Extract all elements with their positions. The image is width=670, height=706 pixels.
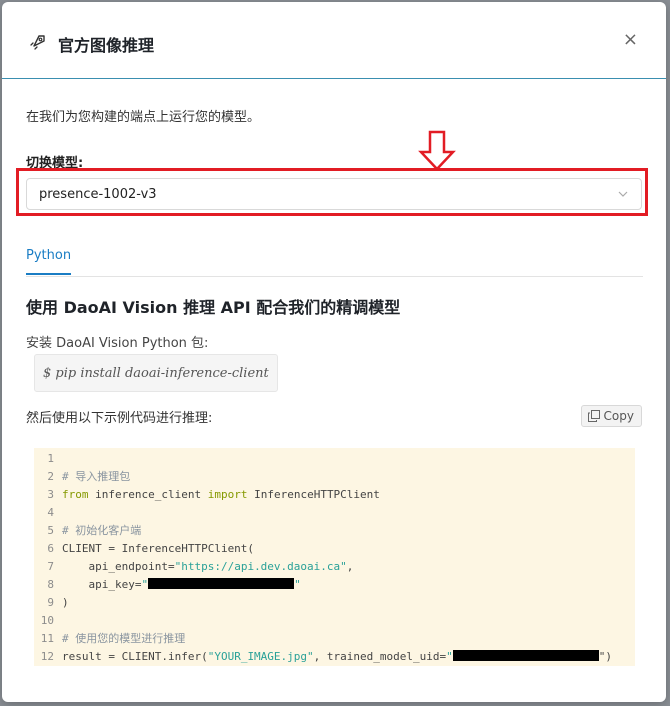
code-string: " <box>141 578 149 591</box>
section-title: 使用 DaoAI Vision 推理 API 配合我们的精调模型 <box>26 298 401 317</box>
code-text: CLIENT = InferenceHTTPClient( <box>62 542 255 555</box>
redacted-model-uid <box>452 650 599 661</box>
code-text: ) <box>62 596 69 609</box>
rocket-icon <box>30 35 45 50</box>
code-string: "https://api.dev.daoai.ca" <box>174 560 347 573</box>
inference-dialog: 官方图像推理 × 在我们为您构建的端点上运行您的模型。 切换模型: presen… <box>2 2 666 702</box>
language-tabs: Python <box>26 244 643 277</box>
code-block[interactable]: 1 2 # 导入推理包 3 from inference_client import… <box>34 448 635 666</box>
dialog-description: 在我们为您构建的端点上运行您的模型。 <box>26 110 261 125</box>
line-number: 7 <box>47 560 54 573</box>
code-line: 9) <box>34 594 635 612</box>
code-string: " <box>446 650 453 663</box>
line-number: 5 <box>47 524 54 537</box>
code-text: inference_client <box>88 488 208 501</box>
line-number: 11 <box>40 632 54 645</box>
code-line: 1 <box>34 450 635 468</box>
chevron-down-icon <box>618 191 628 197</box>
close-icon[interactable]: × <box>623 31 638 49</box>
code-text: api_endpoint= <box>62 560 175 573</box>
code-line: 4 <box>34 504 635 522</box>
code-line: 10 <box>34 612 635 630</box>
code-comment: # 使用您的模型进行推理 <box>62 632 186 645</box>
install-command: $ pip install daoai-inference-client <box>34 354 278 392</box>
code-string: "YOUR_IMAGE.jpg" <box>207 650 314 663</box>
code-line: 2 # 导入推理包 <box>34 468 635 486</box>
line-number: 12 <box>40 650 54 663</box>
usage-label: 然后使用以下示例代码进行推理: <box>26 411 213 426</box>
code-line: 5 # 初始化客户端 <box>34 522 635 540</box>
code-comment: # 初始化客户端 <box>62 524 142 537</box>
code-text: InferenceHTTPClient <box>247 488 380 501</box>
copy-label: Copy <box>603 409 634 423</box>
code-line: 6 CLIENT = InferenceHTTPClient( <box>34 540 635 558</box>
code-string: " <box>294 578 301 591</box>
code-text: result = CLIENT.infer( <box>62 650 208 663</box>
code-line: 3 from inference_client import InferenceH… <box>34 486 635 504</box>
code-text: ") <box>598 650 612 663</box>
line-number: 6 <box>47 542 54 555</box>
model-select-value: presence-1002-v3 <box>39 187 157 202</box>
tab-python[interactable]: Python <box>26 248 72 275</box>
model-select[interactable]: presence-1002-v3 <box>26 178 642 210</box>
code-keyword: from <box>62 488 89 501</box>
code-line: 11 # 使用您的模型进行推理 <box>34 630 635 648</box>
code-line: 8 api_key=" " <box>34 576 635 594</box>
code-line: 7 api_endpoint="https://api.dev.daoai.ca… <box>34 558 635 576</box>
redacted-api-key <box>148 578 295 589</box>
install-label: 安装 DaoAI Vision Python 包: <box>26 336 209 351</box>
copy-icon <box>587 410 600 422</box>
copy-button[interactable]: Copy <box>580 405 642 427</box>
code-text: api_key= <box>62 578 142 591</box>
code-text: , trained_model_uid= <box>313 650 447 663</box>
line-number: 10 <box>40 614 54 627</box>
code-text: , <box>346 560 354 573</box>
line-number: 2 <box>47 470 54 483</box>
down-arrow-icon <box>418 130 456 171</box>
dialog-title: 官方图像推理 <box>58 36 155 55</box>
line-number: 3 <box>47 488 54 501</box>
code-line: 12 result = CLIENT.infer("YOUR_IMAGE.jpg"… <box>34 648 635 666</box>
line-number: 1 <box>47 452 54 465</box>
line-number: 9 <box>47 596 54 609</box>
line-number: 4 <box>47 506 54 519</box>
line-number: 8 <box>47 578 54 591</box>
code-keyword: import <box>207 488 248 501</box>
dialog-header: 官方图像推理 × <box>2 2 666 79</box>
code-comment: # 导入推理包 <box>62 470 131 483</box>
